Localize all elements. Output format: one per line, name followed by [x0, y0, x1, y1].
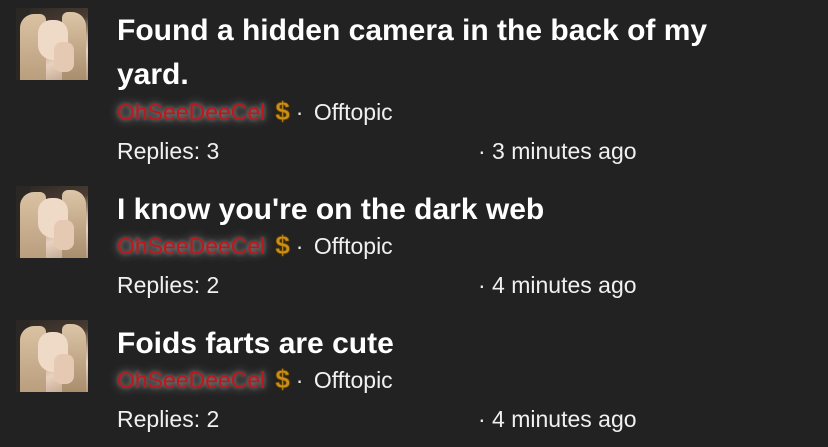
thread-meta: OhSeeDeeCel $ · Offtopic — [117, 364, 393, 395]
thread-title[interactable]: I know you're on the dark web — [117, 188, 777, 232]
reply-count: Replies: 2 — [117, 272, 220, 298]
separator: · — [295, 367, 304, 393]
user-avatar[interactable] — [16, 320, 88, 392]
dollar-icon: $ — [275, 364, 290, 395]
separator: · — [295, 233, 304, 259]
dollar-icon: $ — [275, 96, 290, 127]
username-link[interactable]: OhSeeDeeCel — [117, 233, 265, 259]
thread-item[interactable]: Foids farts are cute OhSeeDeeCel $ · Offto… — [0, 310, 828, 447]
thread-item[interactable]: Found a hidden camera in the back of my … — [0, 0, 828, 175]
reply-count: Replies: 3 — [117, 138, 220, 164]
thread-title[interactable]: Found a hidden camera in the back of my … — [117, 9, 777, 97]
thread-meta: OhSeeDeeCel $ · Offtopic — [117, 96, 393, 127]
thread-title[interactable]: Foids farts are cute — [117, 322, 777, 366]
reply-count: Replies: 2 — [117, 406, 220, 432]
timestamp: · 4 minutes ago — [478, 272, 637, 298]
timestamp: · 3 minutes ago — [478, 138, 637, 164]
username-link[interactable]: OhSeeDeeCel — [117, 367, 265, 393]
username-link[interactable]: OhSeeDeeCel — [117, 99, 265, 125]
section-link[interactable]: Offtopic — [314, 99, 393, 125]
separator: · — [295, 99, 304, 125]
section-link[interactable]: Offtopic — [314, 233, 393, 259]
thread-item[interactable]: I know you're on the dark web OhSeeDeeCe… — [0, 175, 828, 310]
user-avatar[interactable] — [16, 186, 88, 258]
timestamp: · 4 minutes ago — [478, 406, 637, 432]
user-avatar[interactable] — [16, 8, 88, 80]
thread-meta: OhSeeDeeCel $ · Offtopic — [117, 230, 393, 261]
section-link[interactable]: Offtopic — [314, 367, 393, 393]
dollar-icon: $ — [275, 230, 290, 261]
